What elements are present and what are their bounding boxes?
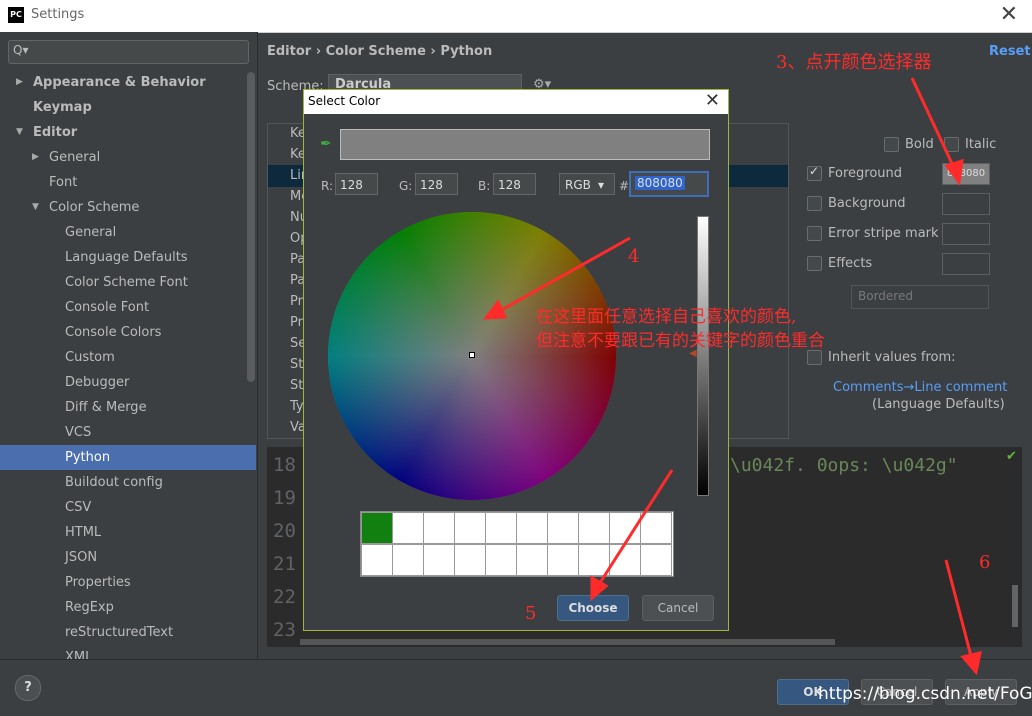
annotation-step3: 3、点开颜色选择器 xyxy=(776,52,932,73)
arrow-step6 xyxy=(944,559,974,661)
arrow-step5-head xyxy=(590,575,609,602)
arrow-step4-head xyxy=(482,299,508,320)
annotation-step4-line2: 但注意不要跟已有的关键字的颜色重合 xyxy=(536,331,825,351)
arrow-step4 xyxy=(497,236,631,314)
annotation-step4-number: 4 xyxy=(628,246,640,267)
annotation-step5: 5 xyxy=(525,603,537,624)
arrow-step3-head xyxy=(944,158,964,186)
annotation-step4-line1: 在这里面任意选择自己喜欢的颜色, xyxy=(536,307,797,327)
arrow-step3 xyxy=(910,77,957,171)
arrow-step5 xyxy=(596,469,674,587)
arrow-step6-head xyxy=(960,650,982,676)
annotation-step6: 6 xyxy=(979,552,991,573)
annotation-arrows xyxy=(482,77,982,676)
